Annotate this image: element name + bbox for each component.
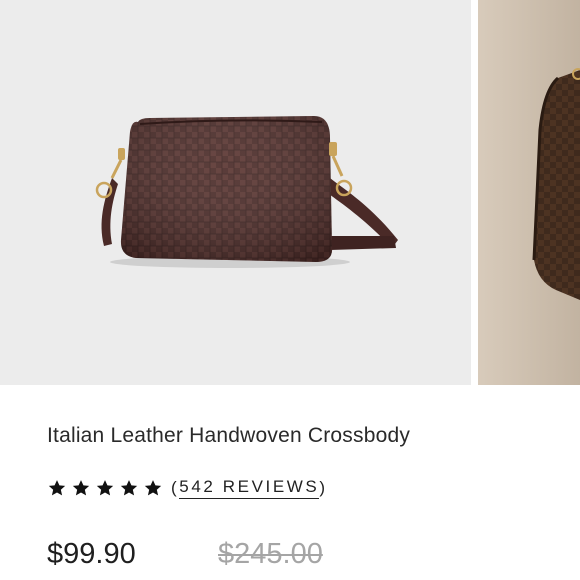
product-image-main[interactable] <box>0 0 471 385</box>
star-icon <box>96 480 114 496</box>
sale-price: $99.90 <box>47 538 136 570</box>
star-icon <box>144 480 162 496</box>
star-icon <box>48 480 66 496</box>
rating-stars <box>47 478 163 498</box>
bag-closeup-illustration <box>478 0 580 385</box>
product-rating[interactable]: ( 542 REVIEWS ) <box>47 475 328 501</box>
reviews-close-paren: ) <box>319 478 328 497</box>
reviews-count-label[interactable]: 542 REVIEWS <box>179 477 320 499</box>
star-icon <box>72 480 90 496</box>
star-icon <box>120 480 138 496</box>
reviews-link[interactable]: ( 542 REVIEWS ) <box>171 477 328 499</box>
product-image-next[interactable] <box>478 0 580 385</box>
crossbody-bag-illustration <box>95 116 398 268</box>
product-title: Italian Leather Handwoven Crossbody <box>47 424 411 447</box>
compare-at-price: $245.00 <box>218 538 323 570</box>
product-image-gallery[interactable] <box>0 0 580 385</box>
reviews-open-paren: ( <box>171 478 180 497</box>
